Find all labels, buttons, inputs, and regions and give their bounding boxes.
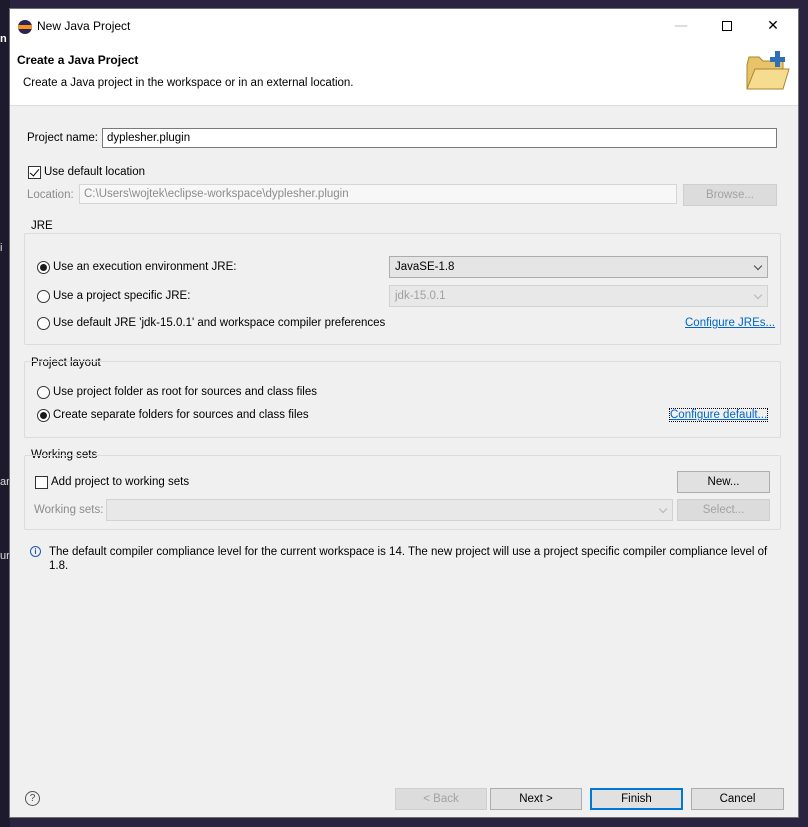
- next-button[interactable]: Next >: [490, 788, 582, 810]
- chevron-down-icon: [753, 290, 763, 300]
- maximize-button[interactable]: [704, 9, 750, 43]
- back-button[interactable]: < Back: [395, 788, 487, 810]
- project-root-layout-label: Use project folder as root for sources a…: [53, 386, 317, 398]
- project-specific-jre-combo-value: jdk-15.0.1: [395, 290, 446, 302]
- project-specific-jre-combo[interactable]: jdk-15.0.1: [389, 285, 768, 307]
- working-sets-combo[interactable]: [106, 499, 673, 521]
- close-button[interactable]: ✕: [750, 9, 796, 43]
- use-default-location-checkbox[interactable]: [28, 166, 41, 179]
- location-label: Location:: [27, 189, 74, 201]
- folder-wizard-icon: [746, 51, 790, 90]
- compliance-info-message: The default compiler compliance level fo…: [49, 546, 768, 572]
- wizard-content: Project name: dyplesher.plugin Use defau…: [10, 107, 798, 767]
- add-to-working-sets-label: Add project to working sets: [51, 476, 190, 488]
- select-working-set-button[interactable]: Select...: [677, 499, 770, 521]
- jre-group-title: JRE: [31, 220, 53, 232]
- cancel-button[interactable]: Cancel: [691, 788, 784, 810]
- configure-jres-link[interactable]: Configure JREs...: [685, 317, 775, 329]
- browse-button[interactable]: Browse...: [683, 184, 777, 206]
- window-title: New Java Project: [37, 19, 131, 33]
- help-icon[interactable]: ?: [25, 791, 40, 806]
- banner-title: Create a Java Project: [17, 53, 139, 67]
- add-to-working-sets-checkbox[interactable]: [35, 476, 48, 489]
- project-name-input[interactable]: dyplesher.plugin: [102, 128, 777, 148]
- maximize-icon: [722, 21, 732, 31]
- default-jre-radio[interactable]: [37, 317, 50, 330]
- chevron-down-icon: [658, 504, 668, 514]
- working-sets-label: Working sets:: [34, 504, 104, 516]
- separate-folders-layout-label: Create separate folders for sources and …: [53, 409, 309, 421]
- project-name-label: Project name:: [27, 132, 98, 144]
- project-specific-jre-label: Use a project specific JRE:: [53, 290, 191, 302]
- info-icon: i: [30, 546, 41, 557]
- background-fragment: i: [0, 242, 3, 254]
- eclipse-app-icon: [18, 20, 32, 34]
- configure-default-link[interactable]: Configure default...: [668, 408, 769, 422]
- wizard-banner: Create a Java Project Create a Java proj…: [10, 43, 798, 106]
- finish-button[interactable]: Finish: [590, 788, 683, 810]
- project-layout-group: [24, 361, 781, 438]
- project-root-layout-radio[interactable]: [37, 386, 50, 399]
- project-specific-jre-radio[interactable]: [37, 290, 50, 303]
- exec-env-jre-label: Use an execution environment JRE:: [53, 261, 237, 273]
- new-java-project-dialog: New Java Project — ✕ Create a Java Proje…: [9, 8, 799, 818]
- chevron-down-icon: [753, 261, 763, 271]
- banner-description: Create a Java project in the workspace o…: [23, 77, 354, 89]
- title-bar[interactable]: New Java Project — ✕: [10, 9, 798, 43]
- new-working-set-button[interactable]: New...: [677, 471, 770, 493]
- use-default-location-label: Use default location: [44, 166, 146, 178]
- exec-env-combo[interactable]: JavaSE-1.8: [389, 256, 768, 278]
- exec-env-jre-radio[interactable]: [37, 261, 50, 274]
- default-jre-label: Use default JRE 'jdk-15.0.1' and workspa…: [53, 317, 386, 329]
- location-input[interactable]: C:\Users\wojtek\eclipse-workspace\dyples…: [79, 184, 677, 204]
- separate-folders-layout-radio[interactable]: [37, 409, 50, 422]
- minimize-button[interactable]: —: [658, 9, 704, 43]
- exec-env-combo-value: JavaSE-1.8: [395, 261, 455, 273]
- wizard-footer: ? < Back Next > Finish Cancel: [10, 767, 798, 819]
- background-fragment: n: [0, 33, 7, 45]
